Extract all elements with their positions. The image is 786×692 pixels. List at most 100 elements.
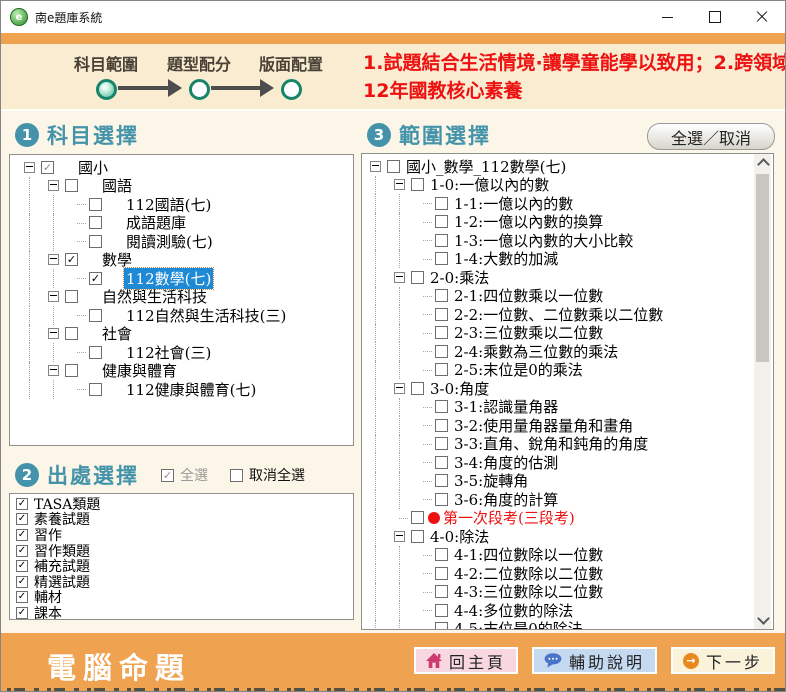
checkbox[interactable] xyxy=(387,160,400,173)
checkbox[interactable] xyxy=(16,529,28,541)
checkbox[interactable] xyxy=(435,308,448,321)
home-button[interactable]: 回主頁 xyxy=(414,647,518,674)
select-all-checkbox[interactable] xyxy=(161,469,174,482)
checkbox[interactable] xyxy=(435,363,448,376)
collapse-expander-icon[interactable] xyxy=(48,291,59,302)
checkbox[interactable] xyxy=(16,498,28,510)
tree-item[interactable]: 3-6:角度的計算 xyxy=(370,490,773,509)
tree-item[interactable]: 1-2:一億以內數的換算 xyxy=(370,213,773,232)
checkbox[interactable] xyxy=(435,474,448,487)
select-all-checkbox-group[interactable]: 全選 xyxy=(161,465,208,485)
next-step-button[interactable]: → 下一步 xyxy=(671,647,775,674)
checkbox[interactable] xyxy=(411,382,424,395)
checkbox[interactable] xyxy=(435,585,448,598)
tree-item[interactable]: 3-4:角度的估測 xyxy=(370,453,773,472)
checkbox[interactable] xyxy=(435,252,448,265)
checkbox[interactable] xyxy=(65,364,78,377)
tree-item[interactable]: 2-4:乘數為三位數的乘法 xyxy=(370,342,773,361)
tree-item[interactable]: 3-1:認識量角器 xyxy=(370,398,773,417)
collapse-expander-icon[interactable] xyxy=(48,365,59,376)
tree-item[interactable]: 成語題庫 xyxy=(24,214,353,233)
deselect-all-checkbox-group[interactable]: 取消全選 xyxy=(230,465,305,485)
collapse-expander-icon[interactable] xyxy=(48,254,59,265)
list-item[interactable]: 精選試題 xyxy=(14,574,353,590)
checkbox[interactable] xyxy=(65,290,78,303)
close-button[interactable] xyxy=(738,1,785,33)
checkbox[interactable] xyxy=(435,622,448,630)
tree-item[interactable]: 第一次段考(三段考) xyxy=(370,509,773,528)
checkbox[interactable] xyxy=(435,419,448,432)
checkbox[interactable] xyxy=(411,511,424,524)
tree-item[interactable]: 112健康與體育(七) xyxy=(24,380,353,399)
checkbox[interactable] xyxy=(16,513,28,525)
checkbox[interactable] xyxy=(435,234,448,247)
checkbox[interactable] xyxy=(435,456,448,469)
tree-item[interactable]: 112數學(七) xyxy=(24,269,353,288)
tree-item[interactable]: 2-0:乘法 xyxy=(370,268,773,287)
tree-item[interactable]: 4-4:多位數的除法 xyxy=(370,601,773,620)
checkbox[interactable] xyxy=(16,545,28,557)
range-tree-scrollbar[interactable] xyxy=(754,154,771,629)
tree-item[interactable]: 3-2:使用量角器量角和畫角 xyxy=(370,416,773,435)
scrollbar-thumb[interactable] xyxy=(756,174,769,362)
tree-item[interactable]: 112社會(三) xyxy=(24,343,353,362)
checkbox[interactable] xyxy=(41,161,54,174)
checkbox[interactable] xyxy=(65,327,78,340)
tree-item[interactable]: 國小_數學_112數學(七) xyxy=(370,157,773,176)
maximize-button[interactable] xyxy=(691,1,738,33)
checkbox[interactable] xyxy=(435,567,448,580)
checkbox[interactable] xyxy=(411,530,424,543)
tree-item[interactable]: 1-0:一億以內的數 xyxy=(370,176,773,195)
minimize-button[interactable] xyxy=(644,1,691,33)
checkbox[interactable] xyxy=(89,346,102,359)
tree-item[interactable]: 4-5:末位是0的除法 xyxy=(370,620,773,631)
checkbox[interactable] xyxy=(411,271,424,284)
tree-item[interactable]: 112自然與生活科技(三) xyxy=(24,306,353,325)
tree-item[interactable]: 2-2:一位數、二位數乘以二位數 xyxy=(370,305,773,324)
tree-item[interactable]: 國語 xyxy=(24,177,353,196)
checkbox[interactable] xyxy=(89,272,102,285)
list-item[interactable]: 課本 xyxy=(14,605,353,620)
tree-item[interactable]: 3-3:直角、銳角和鈍角的角度 xyxy=(370,435,773,454)
list-item[interactable]: 素養試題 xyxy=(14,512,353,528)
tree-item[interactable]: 自然與生活科技 xyxy=(24,288,353,307)
tree-item[interactable]: 4-1:四位數除以一位數 xyxy=(370,546,773,565)
checkbox[interactable] xyxy=(435,289,448,302)
tree-item[interactable]: 健康與體育 xyxy=(24,362,353,381)
tree-item[interactable]: 1-1:一億以內的數 xyxy=(370,194,773,213)
checkbox[interactable] xyxy=(435,493,448,506)
tree-item[interactable]: 閱讀測驗(七) xyxy=(24,232,353,251)
tree-item[interactable]: 1-4:大數的加減 xyxy=(370,250,773,269)
tree-item[interactable]: 社會 xyxy=(24,325,353,344)
collapse-expander-icon[interactable] xyxy=(394,272,405,283)
checkbox[interactable] xyxy=(16,607,28,619)
checkbox[interactable] xyxy=(89,383,102,396)
tree-item[interactable]: 1-3:一億以內數的大小比較 xyxy=(370,231,773,250)
checkbox[interactable] xyxy=(435,437,448,450)
checkbox[interactable] xyxy=(16,576,28,588)
list-item[interactable]: 輔材 xyxy=(14,590,353,606)
checkbox[interactable] xyxy=(435,197,448,210)
checkbox[interactable] xyxy=(435,345,448,358)
tree-item[interactable]: 3-0:角度 xyxy=(370,379,773,398)
tree-item[interactable]: 2-1:四位數乘以一位數 xyxy=(370,287,773,306)
tree-item[interactable]: 國小 xyxy=(24,158,353,177)
tree-item[interactable]: 112國語(七) xyxy=(24,195,353,214)
tree-item[interactable]: 3-5:旋轉角 xyxy=(370,472,773,491)
select-toggle-button[interactable]: 全選／取消 xyxy=(647,123,775,150)
checkbox[interactable] xyxy=(435,215,448,228)
checkbox[interactable] xyxy=(16,591,28,603)
collapse-expander-icon[interactable] xyxy=(394,531,405,542)
tree-item[interactable]: 4-2:二位數除以二位數 xyxy=(370,564,773,583)
tree-item[interactable]: 2-5:末位是0的乘法 xyxy=(370,361,773,380)
checkbox[interactable] xyxy=(89,309,102,322)
checkbox[interactable] xyxy=(65,253,78,266)
checkbox[interactable] xyxy=(89,235,102,248)
checkbox[interactable] xyxy=(89,198,102,211)
checkbox[interactable] xyxy=(89,216,102,229)
tree-item[interactable]: 數學 xyxy=(24,251,353,270)
checkbox[interactable] xyxy=(16,560,28,572)
tree-item[interactable]: 2-3:三位數乘以二位數 xyxy=(370,324,773,343)
help-button[interactable]: 輔助說明 xyxy=(532,647,657,674)
collapse-expander-icon[interactable] xyxy=(24,162,35,173)
